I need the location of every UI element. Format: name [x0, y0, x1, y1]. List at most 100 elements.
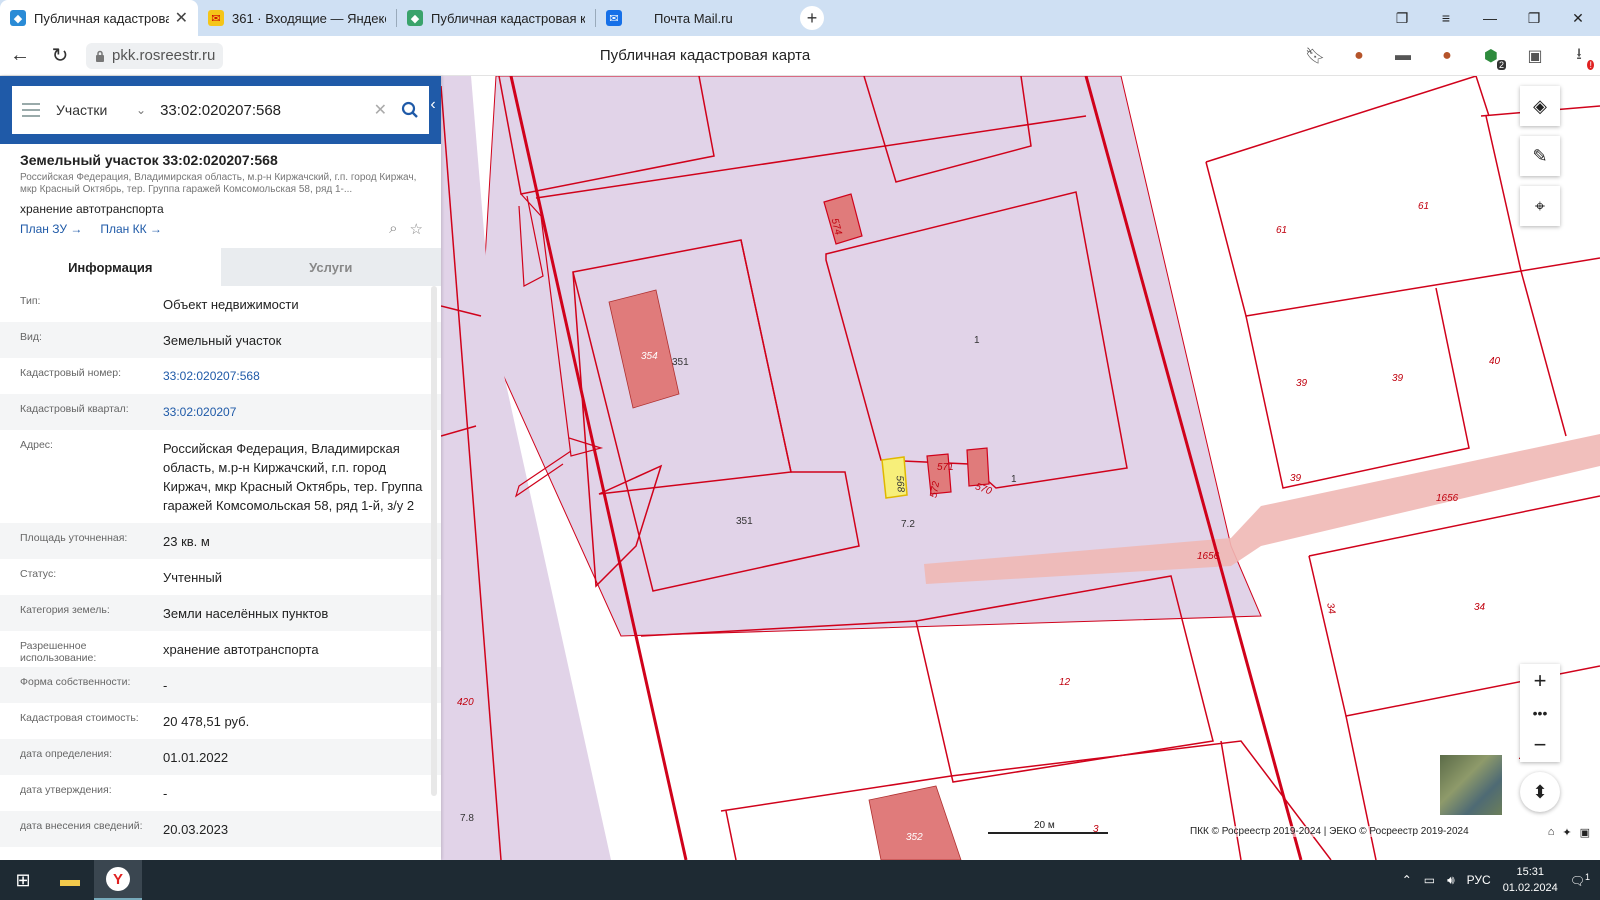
notifications-icon[interactable]: 🗨︎1 [1570, 872, 1590, 888]
zoom-in-button[interactable]: + [1534, 668, 1547, 694]
row-label: Категория земель: [20, 604, 110, 616]
parcel-61-b [1205, 115, 1522, 317]
home-icon[interactable]: ⌂ [1548, 826, 1555, 839]
parcel-61 [1205, 76, 1477, 163]
more-icon[interactable]: ••• [1533, 705, 1548, 721]
scrollbar[interactable] [431, 286, 437, 796]
row-label: Кадастровый номер: [20, 367, 122, 379]
row-value: хранение автотранспорта [163, 642, 319, 657]
compass-button[interactable]: ⬍ [1520, 772, 1560, 812]
fullscreen-icon[interactable]: ▣ [1580, 826, 1590, 839]
table-row: Адрес: Российская Федерация, Владимирская… [0, 430, 441, 523]
row-value: Учтенный [163, 570, 223, 585]
map-label: 39 [1392, 373, 1404, 384]
windows-start-icon[interactable]: ⊞ [0, 870, 46, 891]
new-tab-button[interactable]: + [800, 6, 824, 30]
tab-title: Почта Mail.ru [654, 10, 733, 26]
basemap-switcher[interactable] [1438, 753, 1504, 817]
system-tray: ⌃ ▭ 🔊︎ РУС 15:31 01.02.2024 🗨︎1 [1402, 860, 1590, 900]
download-icon[interactable]: ⭳! [1568, 45, 1594, 70]
yandex-browser-button[interactable]: Y [94, 860, 142, 900]
parcel-address: Российская Федерация, Владимирская облас… [20, 172, 417, 195]
row-label: Площадь уточненная: [20, 532, 128, 544]
crosshair-icon: ⌖ [1534, 195, 1546, 216]
parcel-bottom-3 [725, 810, 737, 860]
parcel-571 [966, 447, 990, 487]
cadastral-quarter-link[interactable]: 33:02:020207 [163, 394, 441, 430]
parcel-right-top-2 [1475, 76, 1490, 117]
table-row: Форма собственности: - [0, 667, 441, 703]
zoom-to-icon[interactable]: ⌕ [389, 220, 397, 238]
row-value: Российская Федерация, Владимирская облас… [163, 441, 423, 513]
menu-icon[interactable] [22, 103, 40, 117]
language-indicator[interactable]: РУС [1467, 873, 1491, 887]
row-value: - [163, 678, 168, 693]
search-header: Участки ⌄ 33:02:020207:568 ✕ ‹ [0, 76, 441, 144]
network-icon[interactable]: ▭ [1424, 873, 1435, 887]
info-tabs: Информация Услуги [0, 248, 441, 286]
plan-kk-link[interactable]: План КК → [100, 222, 162, 238]
file-explorer-button[interactable]: ▬ [46, 860, 94, 900]
tab-information[interactable]: Информация [0, 248, 221, 286]
tab-services[interactable]: Услуги [220, 248, 441, 286]
browser-tab-yandex-mail[interactable]: ✉ 361 · Входящие — Яндекс [198, 0, 396, 36]
map-label: 352 [906, 832, 923, 843]
menu-icon[interactable]: ≡ [1424, 10, 1468, 26]
map-label: 1656 [1197, 551, 1220, 562]
search-type-select[interactable]: Участки [56, 102, 136, 118]
minimize-icon[interactable]: — [1468, 10, 1512, 26]
row-label: Адрес: [20, 439, 53, 451]
page-title: Публичная кадастровая карта [599, 47, 811, 64]
map-label: 40 [1489, 356, 1501, 367]
gear-icon[interactable]: ✦ [1562, 826, 1571, 839]
bookmark-icon[interactable]: 🔖︎ [1304, 45, 1326, 67]
map-label: 39 [1290, 473, 1302, 484]
map-canvas[interactable]: 574 354 351 351 1 568 572 571 570 1 7.2 … [441, 76, 1600, 860]
clock[interactable]: 15:31 01.02.2024 [1503, 864, 1558, 896]
collapse-panel-button[interactable]: ‹ [425, 96, 441, 122]
map-label: 61 [1418, 201, 1429, 212]
parcel-links: План ЗУ → План КК → ⌕ ☆ [0, 216, 441, 238]
plan-zu-link[interactable]: План ЗУ → [20, 222, 82, 238]
zoom-controls: + ••• − [1520, 664, 1560, 762]
chevron-up-icon[interactable]: ⌃ [1402, 873, 1412, 887]
table-row: дата определения: 01.01.2022 [0, 739, 441, 775]
search-icon[interactable] [401, 101, 419, 119]
cadastral-map[interactable]: 574 354 351 351 1 568 572 571 570 1 7.2 … [441, 76, 1600, 860]
close-tab-icon[interactable]: ✕ [175, 8, 188, 28]
search-input[interactable]: 33:02:020207:568 [160, 102, 374, 119]
table-row: Вид: Земельный участок [0, 322, 441, 358]
star-icon[interactable]: ☆ [410, 220, 423, 238]
notification-count: 1 [1584, 872, 1590, 882]
cadastral-number-link[interactable]: 33:02:020207:568 [163, 358, 441, 394]
browser-tab-rosreestr-2[interactable]: ◆ Публичная кадастровая к [397, 0, 595, 36]
locate-button[interactable]: ⌖ [1520, 186, 1560, 226]
extension-mushroom-icon[interactable]: ● [1348, 45, 1370, 67]
table-row: Тип: Объект недвижимости [0, 286, 441, 322]
parcel-actions: ⌕ ☆ [389, 220, 423, 238]
clear-icon[interactable]: ✕ [374, 100, 387, 120]
chevron-down-icon[interactable]: ⌄ [136, 103, 146, 117]
yandex-mail-icon: ✉ [208, 10, 224, 26]
collections-icon[interactable]: ▣ [1524, 45, 1546, 67]
extension-hat-icon[interactable]: ▬ [1392, 45, 1414, 67]
extension-mushroom-icon[interactable]: ● [1436, 45, 1458, 67]
browser-tab-mail-ru[interactable]: ✉ Почта Mail.ru [596, 0, 794, 36]
tab-manager-icon[interactable]: ❐ [1380, 10, 1424, 27]
zoom-out-button[interactable]: − [1534, 732, 1547, 758]
volume-icon[interactable]: 🔊︎ [1447, 873, 1455, 888]
close-window-icon[interactable]: ✕ [1556, 10, 1600, 27]
scale-label: 20 м [1034, 820, 1055, 831]
restore-icon[interactable]: ❐ [1512, 10, 1556, 27]
table-row: Кадастровый квартал: 33:02:020207 [0, 394, 441, 430]
map-label: 12 [1059, 677, 1071, 688]
rosreestr-icon: ◆ [407, 10, 423, 26]
window-controls: ❐ ≡ — ❐ ✕ [1380, 0, 1600, 36]
map-label: 354 [641, 351, 658, 362]
tab-title: Публичная кадастрова [34, 10, 169, 26]
layers-button[interactable]: ◈ [1520, 86, 1560, 126]
ruler-button[interactable]: ✎ [1520, 136, 1560, 176]
browser-tab-rosreestr[interactable]: ◆ Публичная кадастрова ✕ [0, 0, 198, 36]
shield-extension-icon[interactable]: ⬢ 2 [1480, 45, 1506, 70]
row-label: Разрешенное использование: [20, 640, 97, 664]
